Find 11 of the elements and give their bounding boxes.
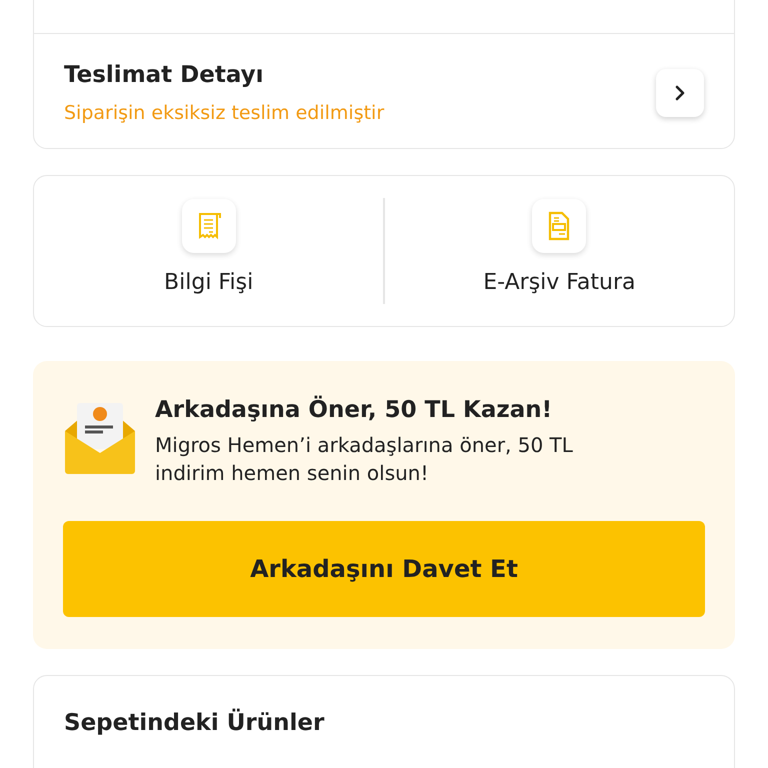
document-label: E-Arşiv Fatura xyxy=(483,270,636,295)
basket-title: Sepetindeki Ürünler xyxy=(64,710,326,736)
chevron-button[interactable] xyxy=(656,69,704,117)
invite-button[interactable]: Arkadaşını Davet Et xyxy=(63,521,705,617)
invoice-icon xyxy=(547,211,572,241)
referral-title: Arkadaşına Öner, 50 TL Kazan! xyxy=(155,397,554,423)
delivery-status: Siparişin eksiksiz teslim edilmiştir xyxy=(64,102,384,124)
document-label: Bilgi Fişi xyxy=(164,270,254,295)
referral-text: Migros Hemen’i arkadaşlarına öner, 50 TL indirim hemen senin olsun! xyxy=(155,432,574,487)
delivery-title: Teslimat Detayı xyxy=(64,62,265,88)
chevron-right-icon xyxy=(673,84,687,102)
